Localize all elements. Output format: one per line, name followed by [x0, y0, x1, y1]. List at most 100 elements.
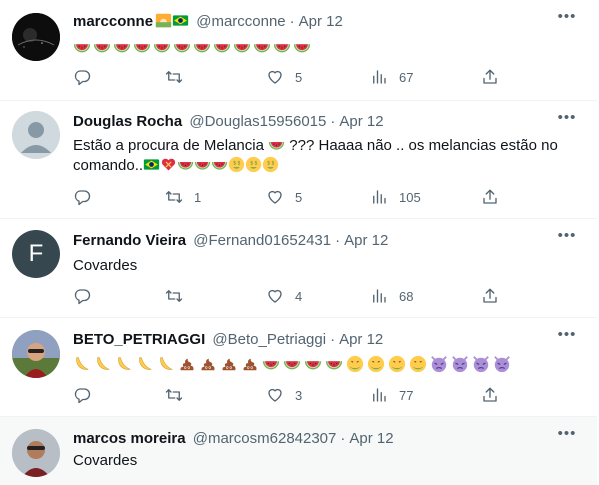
watermelon-icon: [173, 38, 191, 56]
avatar[interactable]: [12, 13, 60, 61]
money-face-icon: [262, 156, 279, 173]
reply-button[interactable]: [73, 187, 91, 207]
views-icon: [370, 188, 388, 206]
like-icon: [266, 287, 284, 305]
more-icon[interactable]: •••: [557, 9, 577, 28]
brazil-flag-icon: [172, 12, 189, 29]
reply-icon: [73, 68, 91, 86]
reply-icon: [73, 386, 91, 404]
watermelon-icon: [153, 38, 171, 56]
author-handle[interactable]: @marcosm62842307: [193, 430, 337, 447]
tweet[interactable]: F Fernando Vieira @Fernand01652431 · Apr 1…: [0, 219, 597, 318]
tweet-text: [73, 37, 585, 57]
retweet-button[interactable]: [165, 286, 183, 306]
author-name[interactable]: marcconne: [73, 13, 153, 30]
view-count: 105: [399, 189, 421, 205]
timestamp[interactable]: Apr 12: [344, 232, 388, 249]
avatar[interactable]: [12, 111, 60, 159]
author-name[interactable]: Douglas Rocha: [73, 113, 182, 130]
views-button[interactable]: 105: [370, 187, 421, 207]
reply-icon: [73, 287, 91, 305]
poop-icon: [199, 355, 217, 373]
reply-button[interactable]: [73, 67, 91, 87]
sunrise-icon: [155, 12, 172, 29]
watermelon-icon: [304, 355, 322, 373]
views-button[interactable]: 68: [370, 286, 413, 306]
tweet[interactable]: marcconne @marcconne · Apr 12 ••• 5 67: [0, 0, 597, 101]
like-button[interactable]: 3: [266, 385, 302, 405]
author-name[interactable]: marcos moreira: [73, 430, 186, 447]
retweet-icon: [165, 386, 183, 404]
watermelon-icon: [268, 136, 285, 153]
poop-icon: [178, 355, 196, 373]
like-count: 4: [295, 288, 303, 304]
views-icon: [370, 287, 388, 305]
view-count: 68: [399, 288, 414, 304]
tweet[interactable]: Douglas Rocha @Douglas15956015 · Apr 12 Es…: [0, 101, 597, 219]
nauseated-icon: [346, 355, 364, 373]
avatar[interactable]: F: [12, 230, 60, 278]
timestamp[interactable]: Apr 12: [299, 13, 343, 30]
watermelon-icon: [93, 38, 111, 56]
separator-dot: ·: [330, 113, 336, 130]
reply-icon: [73, 188, 91, 206]
retweet-icon: [165, 68, 183, 86]
more-icon[interactable]: •••: [557, 327, 577, 346]
share-button[interactable]: [481, 187, 499, 207]
tweet-text-part: comando..: [73, 157, 144, 174]
retweet-button[interactable]: 1: [165, 187, 201, 207]
more-icon[interactable]: •••: [557, 228, 577, 247]
timestamp[interactable]: Apr 12: [339, 113, 383, 130]
share-icon: [481, 68, 499, 86]
author-handle[interactable]: @Douglas15956015: [189, 113, 326, 130]
separator-dot: ·: [335, 232, 341, 249]
reply-button[interactable]: [73, 286, 91, 306]
author-name[interactable]: Fernando Vieira: [73, 232, 186, 249]
more-icon[interactable]: •••: [557, 110, 577, 129]
author-handle[interactable]: @Beto_Petriaggi: [212, 331, 326, 348]
like-button[interactable]: 4: [266, 286, 302, 306]
views-button[interactable]: 67: [370, 67, 413, 87]
timestamp[interactable]: Apr 12: [339, 331, 383, 348]
watermelon-icon: [325, 355, 343, 373]
watermelon-icon: [262, 355, 280, 373]
watermelon-icon: [233, 38, 251, 56]
author-name[interactable]: BETO_PETRIAGGI: [73, 331, 205, 348]
tweet-text: [73, 354, 585, 374]
tweet-text-part: ??? Haaaa não .. os melancias estão no: [285, 137, 558, 154]
views-button[interactable]: 77: [370, 385, 413, 405]
tweet[interactable]: BETO_PETRIAGGI @Beto_Petriaggi · Apr 12 ••…: [0, 318, 597, 417]
watermelon-icon: [253, 38, 271, 56]
more-icon[interactable]: •••: [557, 426, 577, 445]
author-handle[interactable]: @marcconne: [196, 13, 285, 30]
angry-devil-icon: [472, 355, 490, 373]
brazil-flag-icon: [143, 156, 160, 173]
like-count: 5: [295, 69, 303, 85]
like-button[interactable]: 5: [266, 187, 302, 207]
share-icon: [481, 386, 499, 404]
watermelon-icon: [193, 38, 211, 56]
watermelon-icon: [113, 38, 131, 56]
share-button[interactable]: [481, 67, 499, 87]
watermelon-icon: [293, 38, 311, 56]
author-handle[interactable]: @Fernand01652431: [193, 232, 331, 249]
timestamp[interactable]: Apr 12: [349, 430, 393, 447]
tweet[interactable]: marcos moreira @marcosm62842307 · Apr 12 C…: [0, 417, 597, 485]
retweet-icon: [165, 287, 183, 305]
money-face-icon: [245, 156, 262, 173]
reply-button[interactable]: [73, 385, 91, 405]
watermelon-icon: [273, 38, 291, 56]
view-count: 67: [399, 69, 414, 85]
heart-ribbon-icon: [160, 156, 177, 173]
watermelon-icon: [133, 38, 151, 56]
avatar[interactable]: [12, 330, 60, 378]
retweet-icon: [165, 188, 183, 206]
retweet-button[interactable]: [165, 385, 183, 405]
share-button[interactable]: [481, 385, 499, 405]
like-button[interactable]: 5: [266, 67, 302, 87]
avatar[interactable]: [12, 429, 60, 477]
nauseated-icon: [409, 355, 427, 373]
retweet-count: 1: [194, 189, 202, 205]
retweet-button[interactable]: [165, 67, 183, 87]
share-button[interactable]: [481, 286, 499, 306]
